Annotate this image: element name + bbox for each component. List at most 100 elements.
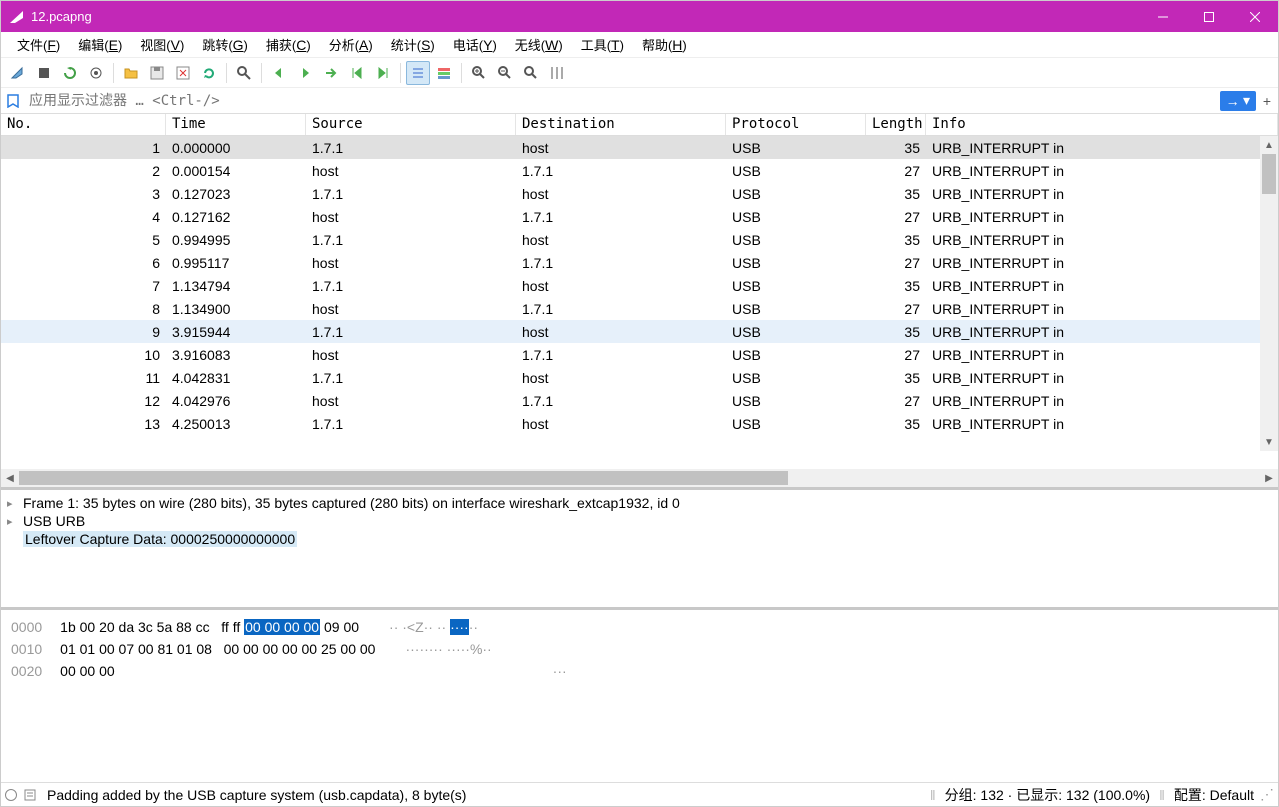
menu-item[interactable]: 无线(W) <box>507 33 571 56</box>
col-header-no[interactable]: No. <box>1 114 166 135</box>
zoom-reset-icon[interactable] <box>519 61 543 85</box>
filter-apply-button[interactable]: → ▾ <box>1220 91 1256 111</box>
packet-row[interactable]: 20.000154host1.7.1USB27URB_INTERRUPT in <box>1 159 1260 182</box>
titlebar: 12.pcapng <box>1 1 1278 32</box>
open-icon[interactable] <box>119 61 143 85</box>
packet-row[interactable]: 10.0000001.7.1hostUSB35URB_INTERRUPT in <box>1 136 1260 159</box>
col-header-source[interactable]: Source <box>306 114 516 135</box>
packet-row[interactable]: 103.916083host1.7.1USB27URB_INTERRUPT in <box>1 343 1260 366</box>
col-header-protocol[interactable]: Protocol <box>726 114 866 135</box>
packet-row[interactable]: 93.9159441.7.1hostUSB35URB_INTERRUPT in <box>1 320 1260 343</box>
add-filter-button[interactable]: + <box>1258 93 1276 109</box>
hex-ascii: ·· <box>469 619 478 635</box>
go-first-icon[interactable] <box>345 61 369 85</box>
hex-ascii: ········ ·····%·· <box>405 641 491 657</box>
packet-list-pane: No. Time Source Destination Protocol Len… <box>1 114 1278 490</box>
detail-row[interactable]: ▸Frame 1: 35 bytes on wire (280 bits), 3… <box>7 494 1272 512</box>
status-packets: 分组: 132 · 已显示: 132 (100.0%) <box>945 785 1150 805</box>
scroll-right-icon[interactable]: ▶ <box>1260 469 1278 487</box>
menu-item[interactable]: 编辑(E) <box>70 33 130 56</box>
resize-grip-icon[interactable]: ⋰ <box>1260 786 1274 803</box>
packet-details-pane[interactable]: ▸Frame 1: 35 bytes on wire (280 bits), 3… <box>1 490 1278 610</box>
go-back-icon[interactable] <box>267 61 291 85</box>
detail-row[interactable]: Leftover Capture Data: 0000250000000000 <box>7 530 1272 548</box>
packet-row[interactable]: 114.0428311.7.1hostUSB35URB_INTERRUPT in <box>1 366 1260 389</box>
expand-icon[interactable]: ▸ <box>7 497 17 510</box>
hex-row[interactable]: 001001 01 00 07 00 81 01 08 00 00 00 00 … <box>11 638 1268 660</box>
expand-icon[interactable]: ▸ <box>7 515 17 528</box>
close-file-icon[interactable] <box>171 61 195 85</box>
maximize-button[interactable] <box>1186 1 1232 32</box>
col-header-time[interactable]: Time <box>166 114 306 135</box>
hex-offset: 0020 <box>11 663 42 679</box>
menu-item[interactable]: 电话(Y) <box>445 33 505 56</box>
minimize-button[interactable] <box>1140 1 1186 32</box>
bookmark-icon[interactable] <box>3 91 23 111</box>
packet-row[interactable]: 30.1270231.7.1hostUSB35URB_INTERRUPT in <box>1 182 1260 205</box>
menu-item[interactable]: 统计(S) <box>383 33 443 56</box>
col-header-info[interactable]: Info <box>926 114 1278 135</box>
packet-bytes-pane[interactable]: 0000 1b 00 20 da 3c 5a 88 cc ff ff 00 00 … <box>1 610 1278 782</box>
separator <box>226 63 227 83</box>
hex-row[interactable]: 002000 00 00··· <box>11 660 1268 682</box>
status-profile[interactable]: 配置: Default <box>1174 785 1254 805</box>
detail-row[interactable]: ▸USB URB <box>7 512 1272 530</box>
stop-icon[interactable] <box>32 61 56 85</box>
shark-fin-icon[interactable] <box>6 61 30 85</box>
scroll-left-icon[interactable]: ◀ <box>1 469 19 487</box>
separator <box>261 63 262 83</box>
toolbar <box>1 58 1278 88</box>
autoscroll-icon[interactable] <box>406 61 430 85</box>
hex-offset: 0000 <box>11 619 42 635</box>
scroll-down-icon[interactable]: ▼ <box>1260 433 1278 451</box>
packet-row[interactable]: 60.995117host1.7.1USB27URB_INTERRUPT in <box>1 251 1260 274</box>
restart-icon[interactable] <box>58 61 82 85</box>
hscroll-thumb[interactable] <box>19 471 788 485</box>
menu-item[interactable]: 跳转(G) <box>194 33 256 56</box>
save-icon[interactable] <box>145 61 169 85</box>
packet-row[interactable]: 40.127162host1.7.1USB27URB_INTERRUPT in <box>1 205 1260 228</box>
col-header-destination[interactable]: Destination <box>516 114 726 135</box>
scroll-thumb[interactable] <box>1262 154 1276 194</box>
packet-row[interactable]: 71.1347941.7.1hostUSB35URB_INTERRUPT in <box>1 274 1260 297</box>
go-last-icon[interactable] <box>371 61 395 85</box>
close-button[interactable] <box>1232 1 1278 32</box>
zoom-in-icon[interactable] <box>467 61 491 85</box>
display-filter-input[interactable] <box>23 90 1220 112</box>
menu-item[interactable]: 帮助(H) <box>634 33 695 56</box>
colorize-icon[interactable] <box>432 61 456 85</box>
window-title: 12.pcapng <box>31 9 1140 24</box>
menu-item[interactable]: 工具(T) <box>573 33 632 56</box>
menu-item[interactable]: 分析(A) <box>321 33 381 56</box>
go-forward-icon[interactable] <box>293 61 317 85</box>
menu-item[interactable]: 文件(F) <box>9 33 68 56</box>
vertical-scrollbar[interactable]: ▲ ▼ <box>1260 136 1278 451</box>
detail-text: Leftover Capture Data: 0000250000000000 <box>23 531 297 547</box>
expert-info-icon[interactable] <box>5 789 17 801</box>
menu-item[interactable]: 视图(V) <box>132 33 192 56</box>
resize-columns-icon[interactable] <box>545 61 569 85</box>
hex-ascii: ·· ·<Z·· ·· <box>389 619 450 635</box>
packet-row[interactable]: 134.2500131.7.1hostUSB35URB_INTERRUPT in <box>1 412 1260 435</box>
scroll-up-icon[interactable]: ▲ <box>1260 136 1278 154</box>
reload-icon[interactable] <box>197 61 221 85</box>
expand-icon <box>7 533 17 545</box>
packet-list-body[interactable]: 10.0000001.7.1hostUSB35URB_INTERRUPT in2… <box>1 136 1278 469</box>
hex-bytes: 1b 00 20 da 3c 5a 88 cc <box>60 619 209 635</box>
menu-item[interactable]: 捕获(C) <box>258 33 319 56</box>
packet-row[interactable]: 124.042976host1.7.1USB27URB_INTERRUPT in <box>1 389 1260 412</box>
packet-row[interactable]: 81.134900host1.7.1USB27URB_INTERRUPT in <box>1 297 1260 320</box>
find-icon[interactable] <box>232 61 256 85</box>
zoom-out-icon[interactable] <box>493 61 517 85</box>
packet-row[interactable]: 50.9949951.7.1hostUSB35URB_INTERRUPT in <box>1 228 1260 251</box>
hex-row[interactable]: 00001b 00 20 da 3c 5a 88 cc ff ff 00 00 … <box>11 616 1268 638</box>
horizontal-scrollbar[interactable]: ◀ ▶ <box>1 469 1278 487</box>
col-header-length[interactable]: Length <box>866 114 926 135</box>
go-to-icon[interactable] <box>319 61 343 85</box>
options-icon[interactable] <box>84 61 108 85</box>
hex-bytes: ff ff <box>221 619 244 635</box>
status-message: Padding added by the USB capture system … <box>43 787 921 803</box>
capture-file-icon[interactable] <box>23 788 37 802</box>
hex-bytes: 00 00 00 <box>60 663 115 679</box>
filter-bar: → ▾ + <box>1 88 1278 114</box>
